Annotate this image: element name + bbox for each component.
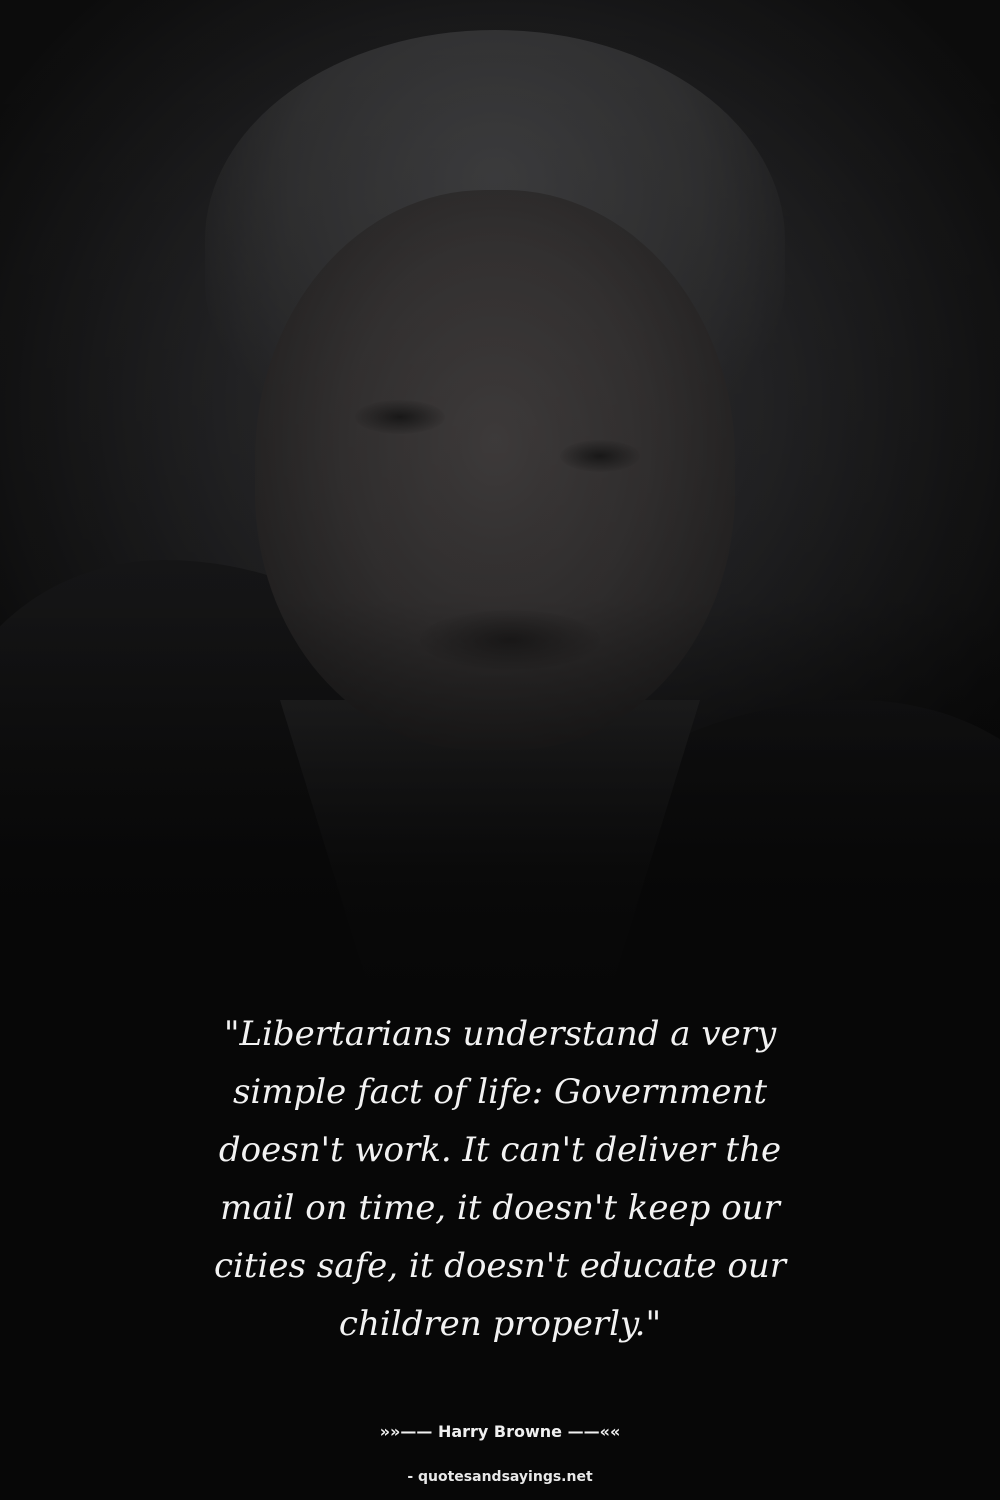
portrait-photo — [0, 0, 1000, 1000]
quote-poster: "Libertarians understand a very simple f… — [0, 0, 1000, 1500]
author-attribution: »»—— Harry Browne ——«« — [379, 1422, 621, 1441]
source-watermark: - quotesandsayings.net — [407, 1469, 593, 1485]
quote-text: "Libertarians understand a very simple f… — [213, 1014, 787, 1344]
dark-overlay — [0, 0, 1000, 1000]
